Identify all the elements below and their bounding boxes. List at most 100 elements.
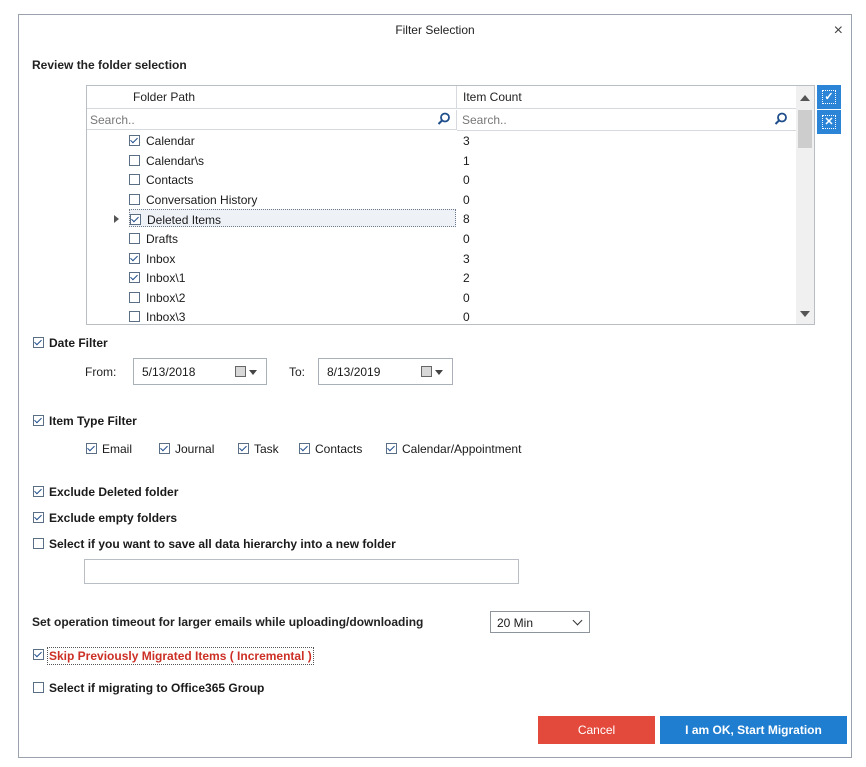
cancel-button[interactable]: Cancel: [538, 716, 655, 744]
folder-checkbox[interactable]: [129, 252, 140, 264]
folder-row[interactable]: Inbox\3 0: [87, 307, 796, 324]
folder-grid-scrollbar[interactable]: [796, 86, 814, 324]
scrollbar-thumb[interactable]: [798, 110, 812, 148]
timeout-select[interactable]: 20 Min: [490, 611, 590, 633]
exclude-empty-checkbox[interactable]: [33, 512, 44, 523]
deselect-all-button[interactable]: ✕: [817, 110, 841, 134]
folder-row[interactable]: Calendar 3: [87, 131, 796, 151]
type-email-checkbox[interactable]: [86, 443, 97, 454]
folder-row[interactable]: Calendar\s 1: [87, 151, 796, 171]
to-date-value: 8/13/2019: [327, 365, 381, 379]
save-hierarchy-label: Select if you want to save all data hier…: [49, 537, 396, 551]
item-type-filter-label: Item Type Filter: [49, 414, 137, 428]
calendar-icon[interactable]: [421, 366, 432, 377]
item-count: 1: [463, 153, 470, 168]
type-contacts-label: Contacts: [315, 442, 363, 456]
folder-row[interactable]: Inbox 3: [87, 249, 796, 269]
date-filter-checkbox[interactable]: [33, 337, 44, 348]
folder-row[interactable]: Drafts 0: [87, 229, 796, 249]
office365-group-label: Select if migrating to Office365 Group: [49, 681, 265, 695]
folder-name: Deleted Items: [147, 213, 222, 228]
item-count: 0: [463, 173, 470, 188]
folder-checkbox[interactable]: [129, 193, 140, 205]
item-count: 0: [463, 192, 470, 207]
folder-name-cell[interactable]: Inbox\3: [129, 307, 456, 324]
item-count: 2: [463, 271, 470, 286]
folder-name: Inbox\2: [146, 290, 186, 305]
dropdown-caret-icon[interactable]: [435, 370, 443, 375]
column-header-item-count[interactable]: Item Count: [457, 86, 796, 109]
save-hierarchy-checkbox[interactable]: [33, 538, 44, 549]
from-label: From:: [85, 365, 117, 379]
folder-name: Contacts: [146, 173, 194, 188]
folder-row[interactable]: Conversation History 0: [87, 190, 796, 210]
search-icon[interactable]: [774, 112, 788, 126]
folder-row[interactable]: Contacts 0: [87, 170, 796, 190]
timeout-label: Set operation timeout for larger emails …: [32, 615, 424, 629]
folder-checkbox[interactable]: [129, 174, 140, 186]
search-icon[interactable]: [437, 112, 451, 126]
folder-name-cell[interactable]: Calendar: [129, 131, 456, 149]
folder-checkbox[interactable]: [129, 291, 140, 303]
folder-name-cell[interactable]: Conversation History: [129, 190, 456, 208]
folder-name: Calendar\s: [146, 153, 205, 168]
type-calendar-appointment-checkbox[interactable]: [386, 443, 397, 454]
folder-checkbox[interactable]: [130, 214, 141, 226]
folder-grid: Folder Path Item Count Calendar3Calendar…: [86, 85, 815, 325]
folder-name-cell[interactable]: Calendar\s: [129, 151, 456, 169]
folder-row[interactable]: Deleted Items 8: [87, 209, 796, 229]
type-email-label: Email: [102, 442, 133, 456]
column-header-folder-path[interactable]: Folder Path: [87, 86, 457, 109]
type-contacts-checkbox[interactable]: [299, 443, 310, 454]
scroll-up-icon[interactable]: [800, 95, 810, 101]
from-date-picker[interactable]: 5/13/2018: [133, 358, 267, 385]
folder-name-cell[interactable]: Deleted Items: [129, 209, 456, 228]
item-count: 3: [463, 134, 470, 148]
item-count: 0: [463, 232, 470, 246]
folder-name-cell[interactable]: Inbox\2: [129, 288, 456, 306]
uncheck-all-icon: ✕: [822, 115, 836, 129]
folder-name-cell[interactable]: Drafts: [129, 229, 456, 247]
exclude-deleted-checkbox[interactable]: [33, 486, 44, 497]
folder-name: Conversation History: [146, 192, 258, 207]
item-type-filter-checkbox[interactable]: [33, 415, 44, 426]
select-all-button[interactable]: ✓: [817, 85, 841, 109]
new-folder-name-input[interactable]: [84, 559, 519, 584]
dropdown-caret-icon[interactable]: [249, 370, 257, 375]
item-count-search-input[interactable]: [459, 110, 765, 129]
folder-name-cell[interactable]: Inbox: [129, 249, 456, 267]
item-count: 3: [463, 251, 470, 266]
calendar-icon[interactable]: [235, 366, 246, 377]
expand-arrow-icon[interactable]: [114, 215, 119, 224]
folder-path-search-input[interactable]: [87, 110, 433, 129]
timeout-value: 20 Min: [497, 616, 534, 630]
to-date-picker[interactable]: 8/13/2019: [318, 358, 453, 385]
folder-path-search-row: [87, 110, 457, 130]
folder-name-cell[interactable]: Contacts: [129, 170, 456, 188]
type-task-label: Task: [254, 442, 279, 456]
check-all-icon: ✓: [822, 90, 836, 104]
folder-section-title: Review the folder selection: [32, 58, 187, 72]
folder-checkbox[interactable]: [129, 135, 140, 146]
to-label: To:: [289, 365, 306, 379]
start-migration-button[interactable]: I am OK, Start Migration: [660, 716, 847, 744]
folder-row[interactable]: Inbox\1 2: [87, 268, 796, 288]
chevron-down-icon[interactable]: [572, 615, 583, 626]
dialog-title: Filter Selection: [395, 23, 475, 37]
close-icon[interactable]: ×: [834, 15, 843, 46]
folder-name: Drafts: [146, 232, 179, 246]
skip-migrated-checkbox[interactable]: [33, 649, 44, 660]
folder-checkbox[interactable]: [129, 272, 140, 284]
folder-row[interactable]: Inbox\2 0: [87, 288, 796, 308]
folder-checkbox[interactable]: [129, 311, 140, 323]
office365-group-checkbox[interactable]: [33, 682, 44, 693]
item-count: 0: [463, 290, 470, 305]
from-date-value: 5/13/2018: [142, 365, 196, 379]
type-task-checkbox[interactable]: [238, 443, 249, 454]
folder-checkbox[interactable]: [129, 154, 140, 166]
folder-checkbox[interactable]: [129, 233, 140, 244]
exclude-deleted-label: Exclude Deleted folder: [49, 485, 179, 499]
folder-name-cell[interactable]: Inbox\1: [129, 268, 456, 286]
type-journal-checkbox[interactable]: [159, 443, 170, 454]
scroll-down-icon[interactable]: [800, 311, 810, 317]
